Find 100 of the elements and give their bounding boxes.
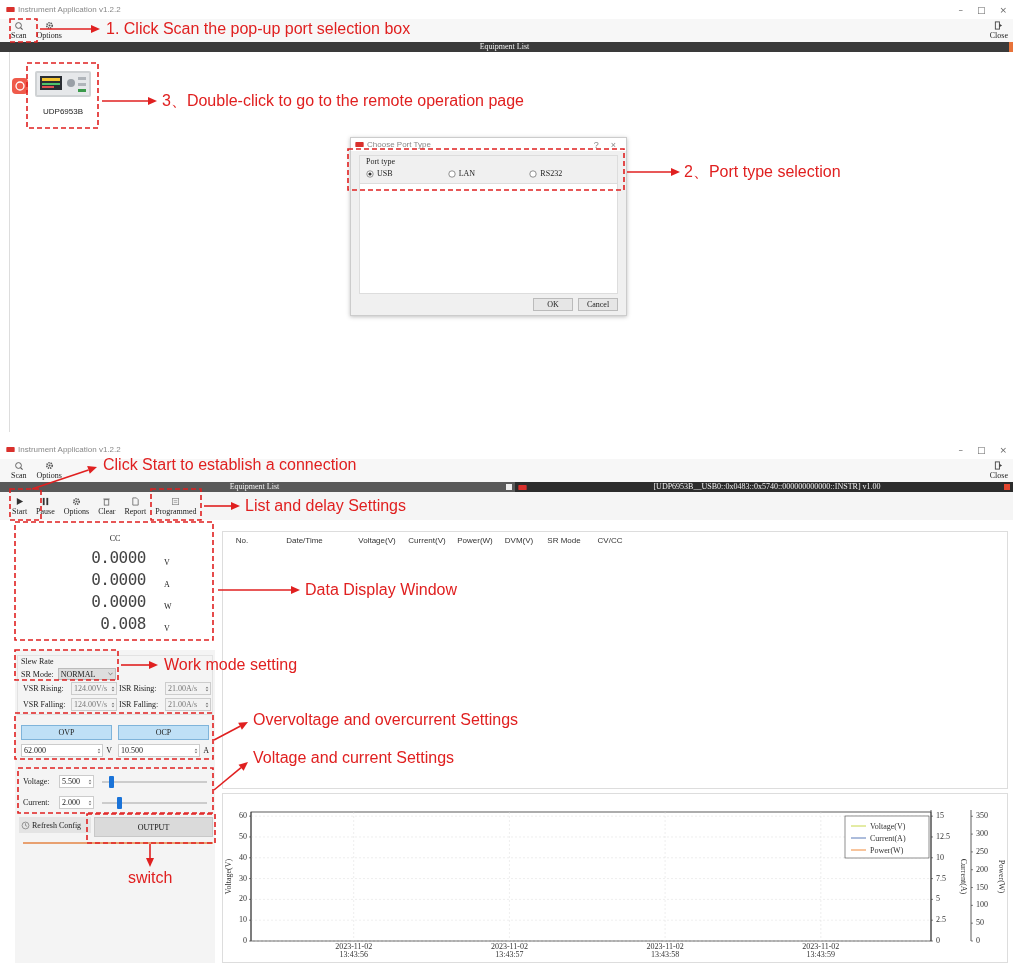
tab-label: [UDP6953B__USB0::0x0483::0x5740::000000000000::INSTR] v1.00: [652, 482, 882, 492]
tick-label: 350: [976, 811, 988, 821]
column-header[interactable]: DVM(V): [498, 536, 540, 545]
window-title: Instrument Application v1.2.2: [18, 445, 121, 454]
tick-label: 0: [976, 936, 980, 945]
column-header[interactable]: SR Mode: [540, 536, 588, 545]
tick-label: 2023-11-02 13:43:56: [335, 942, 373, 959]
column-header[interactable]: CV/CC: [588, 536, 632, 545]
action-button[interactable]: Options: [59, 495, 94, 517]
spin-field[interactable]: 10.500: [118, 744, 201, 757]
readout-unit: V: [164, 558, 171, 567]
help-button[interactable]: ?: [587, 139, 605, 150]
tick-label: 2023-11-02 13:43:59: [802, 942, 840, 959]
tab[interactable]: Equipment List: [0, 482, 515, 492]
tick-label: 0: [936, 936, 940, 945]
readout-unit: V: [164, 624, 171, 633]
annotation-text: Data Display Window: [305, 580, 458, 600]
tick-label: 50: [239, 831, 247, 841]
tick-label: 40: [239, 852, 247, 862]
tick-label: 15: [936, 811, 944, 821]
protection-button[interactable]: OCP: [118, 725, 209, 740]
axis-label: Power(W): [997, 859, 1006, 894]
unit-label: V: [106, 746, 112, 755]
readout-value: 0.0000: [90, 592, 146, 611]
tick-label: 12.5: [936, 831, 950, 841]
field-label: SR Mode:: [21, 669, 54, 679]
list-header: Equipment List: [0, 42, 1013, 52]
toolbar-button[interactable]: Scan: [6, 19, 32, 42]
output-button[interactable]: OUTPUT: [94, 817, 213, 837]
toolbar-button[interactable]: Options: [31, 459, 67, 482]
action-button[interactable]: Start: [8, 495, 32, 517]
column-header[interactable]: No.: [227, 536, 257, 545]
window-control[interactable]: –: [956, 444, 965, 455]
spin-field[interactable]: 2.000: [59, 796, 94, 809]
field-label: Current:: [23, 798, 51, 807]
close-button[interactable]: Close: [984, 459, 1013, 482]
protection-button[interactable]: OVP: [21, 725, 112, 740]
window-control[interactable]: □: [974, 4, 988, 15]
radio-option[interactable]: RS232: [529, 169, 611, 178]
annotation-text: Click Start to establish a connection: [103, 455, 357, 475]
dialog-button[interactable]: OK: [533, 298, 573, 311]
device-name: UDP6953B: [43, 107, 83, 116]
tick-label: 2023-11-02 13:43:58: [646, 942, 684, 959]
window-control[interactable]: –: [956, 4, 965, 15]
spin-field[interactable]: 62.000: [21, 744, 104, 757]
tick-label: 100: [976, 900, 988, 910]
field-label: VSR Falling:: [23, 700, 67, 709]
tab[interactable]: [UDP6953B__USB0::0x0483::0x5740::000000000000::INSTR] v1.00: [515, 482, 1013, 492]
axis-label: Current(A): [959, 858, 968, 895]
radio-option[interactable]: LAN: [447, 169, 530, 178]
tick-label: 60: [239, 811, 247, 821]
action-button[interactable]: Programmed: [151, 495, 201, 517]
tick-label: 10: [936, 852, 944, 862]
annotation-text: 3、Double-click to go to the remote operation page: [162, 91, 524, 111]
dialog-button[interactable]: Cancel: [578, 298, 618, 311]
window-control[interactable]: □: [974, 444, 988, 455]
tick-label: 250: [976, 846, 988, 856]
column-header[interactable]: Current(V): [402, 536, 452, 545]
column-header[interactable]: Date/Time: [257, 536, 352, 545]
window-control[interactable]: ×: [997, 444, 1009, 455]
toolbar-button[interactable]: Options: [31, 19, 67, 42]
action-button[interactable]: Clear: [94, 495, 120, 517]
tick-label: 300: [976, 829, 988, 839]
action-button[interactable]: Pause: [32, 495, 59, 517]
annotation-text: 1. Click Scan the pop-up port selection box: [106, 19, 411, 39]
tab-label: Equipment List: [228, 482, 281, 492]
toolbar-button[interactable]: Scan: [6, 459, 32, 482]
legend-label: Voltage(V): [870, 822, 906, 831]
legend-label: Power(W): [870, 846, 904, 855]
tick-label: 20: [239, 894, 247, 904]
mode-label: CC: [109, 534, 121, 543]
readout-value: 0.0000: [90, 548, 146, 567]
spin-field[interactable]: 5.500: [59, 775, 94, 788]
annotation-text: 2、Port type selection: [684, 162, 841, 182]
annotation-text: Voltage and current Settings: [253, 748, 455, 768]
device-item[interactable]: UDP6953B: [32, 65, 94, 116]
field-label: Voltage:: [23, 777, 51, 786]
close-button[interactable]: Close: [984, 19, 1013, 42]
tick-label: 200: [976, 864, 988, 874]
tick-label: 7.5: [936, 873, 946, 883]
tick-label: 2023-11-02 13:43:57: [490, 942, 528, 959]
tick-label: 50: [976, 918, 984, 928]
mode-dropdown[interactable]: NORMAL: [57, 668, 116, 680]
field-label: VSR Rising:: [23, 684, 65, 693]
unit-label: A: [203, 746, 209, 755]
window-control[interactable]: ×: [997, 4, 1009, 15]
annotation-text: Work mode setting: [164, 655, 298, 675]
dialog-title: Choose Port Type: [367, 140, 431, 149]
close-button[interactable]: ×: [604, 139, 622, 150]
radio-option[interactable]: USB: [366, 169, 448, 178]
tick-label: 30: [239, 873, 247, 883]
action-button[interactable]: Report: [120, 495, 151, 517]
window-title: Instrument Application v1.2.2: [18, 5, 121, 14]
legend-label: Current(A): [870, 834, 906, 843]
readout-value: 0.0000: [90, 570, 146, 589]
column-header[interactable]: Voltage(V): [352, 536, 402, 545]
group-label: Port type: [366, 157, 397, 166]
tick-label: 10: [239, 915, 247, 925]
refresh-button[interactable]: Refresh Config: [19, 817, 91, 833]
column-header[interactable]: Power(W): [452, 536, 498, 545]
